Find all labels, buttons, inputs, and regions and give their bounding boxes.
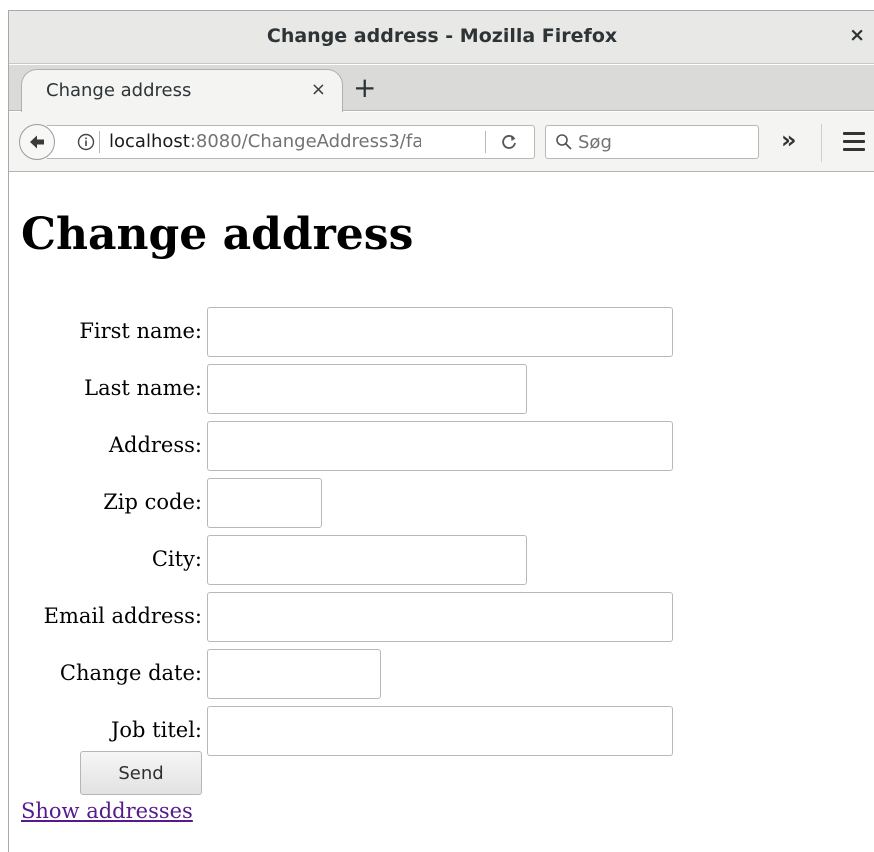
change-date-label: Change date: xyxy=(59,661,202,685)
navigation-bar: localhost:8080/ChangeAddress3/faces/inde… xyxy=(9,112,874,172)
window-title: Change address - Mozilla Firefox xyxy=(266,25,618,47)
zip-code-label: Zip code: xyxy=(103,490,202,514)
window-close-button[interactable]: × xyxy=(849,24,865,46)
send-button[interactable]: Send xyxy=(80,751,202,795)
url-text[interactable]: localhost:8080/ChangeAddress3/faces/inde… xyxy=(109,131,421,152)
tab-close-button[interactable]: × xyxy=(311,79,326,100)
url-bar[interactable]: localhost:8080/ChangeAddress3/faces/inde… xyxy=(47,125,535,159)
last-name-field[interactable] xyxy=(207,364,527,414)
browser-window: Change address - Mozilla Firefox × Chang… xyxy=(8,10,874,852)
url-path: :8080/ChangeAddress3/faces/index.xhtml xyxy=(189,131,421,152)
toolbar-separator xyxy=(821,124,822,162)
page-content: Change address First name: Last name: Ad… xyxy=(9,173,874,852)
hamburger-menu-icon[interactable] xyxy=(843,132,865,151)
title-bar: Change address - Mozilla Firefox × xyxy=(9,11,874,64)
email-label: Email address: xyxy=(43,604,202,628)
page-title: Change address xyxy=(21,209,414,260)
city-field[interactable] xyxy=(207,535,527,585)
url-separator xyxy=(99,131,100,153)
city-label: City: xyxy=(151,547,202,571)
search-bar[interactable] xyxy=(545,125,759,159)
change-date-field[interactable] xyxy=(207,649,381,699)
url-host: localhost xyxy=(109,131,190,152)
search-icon xyxy=(556,134,572,150)
zip-code-field[interactable] xyxy=(207,478,322,528)
last-name-label: Last name: xyxy=(84,376,202,400)
tab-change-address[interactable]: Change address × xyxy=(21,69,343,112)
info-icon[interactable] xyxy=(77,133,95,151)
reload-icon[interactable] xyxy=(499,132,519,152)
address-label: Address: xyxy=(108,433,202,457)
address-field[interactable] xyxy=(207,421,673,471)
job-title-field[interactable] xyxy=(207,706,673,756)
search-input[interactable] xyxy=(578,129,754,155)
first-name-label: First name: xyxy=(79,319,202,343)
new-tab-button[interactable]: + xyxy=(353,71,376,104)
tab-bar: Change address × + xyxy=(9,65,874,112)
tab-label: Change address xyxy=(46,80,192,101)
back-arrow-icon xyxy=(30,135,44,149)
show-addresses-link[interactable]: Show addresses xyxy=(21,799,193,823)
reload-separator xyxy=(485,131,486,153)
toolbar-overflow-button[interactable]: » xyxy=(781,126,797,154)
first-name-field[interactable] xyxy=(207,307,673,357)
email-field[interactable] xyxy=(207,592,673,642)
back-button[interactable] xyxy=(19,124,55,160)
job-title-label: Job titel: xyxy=(111,718,202,742)
